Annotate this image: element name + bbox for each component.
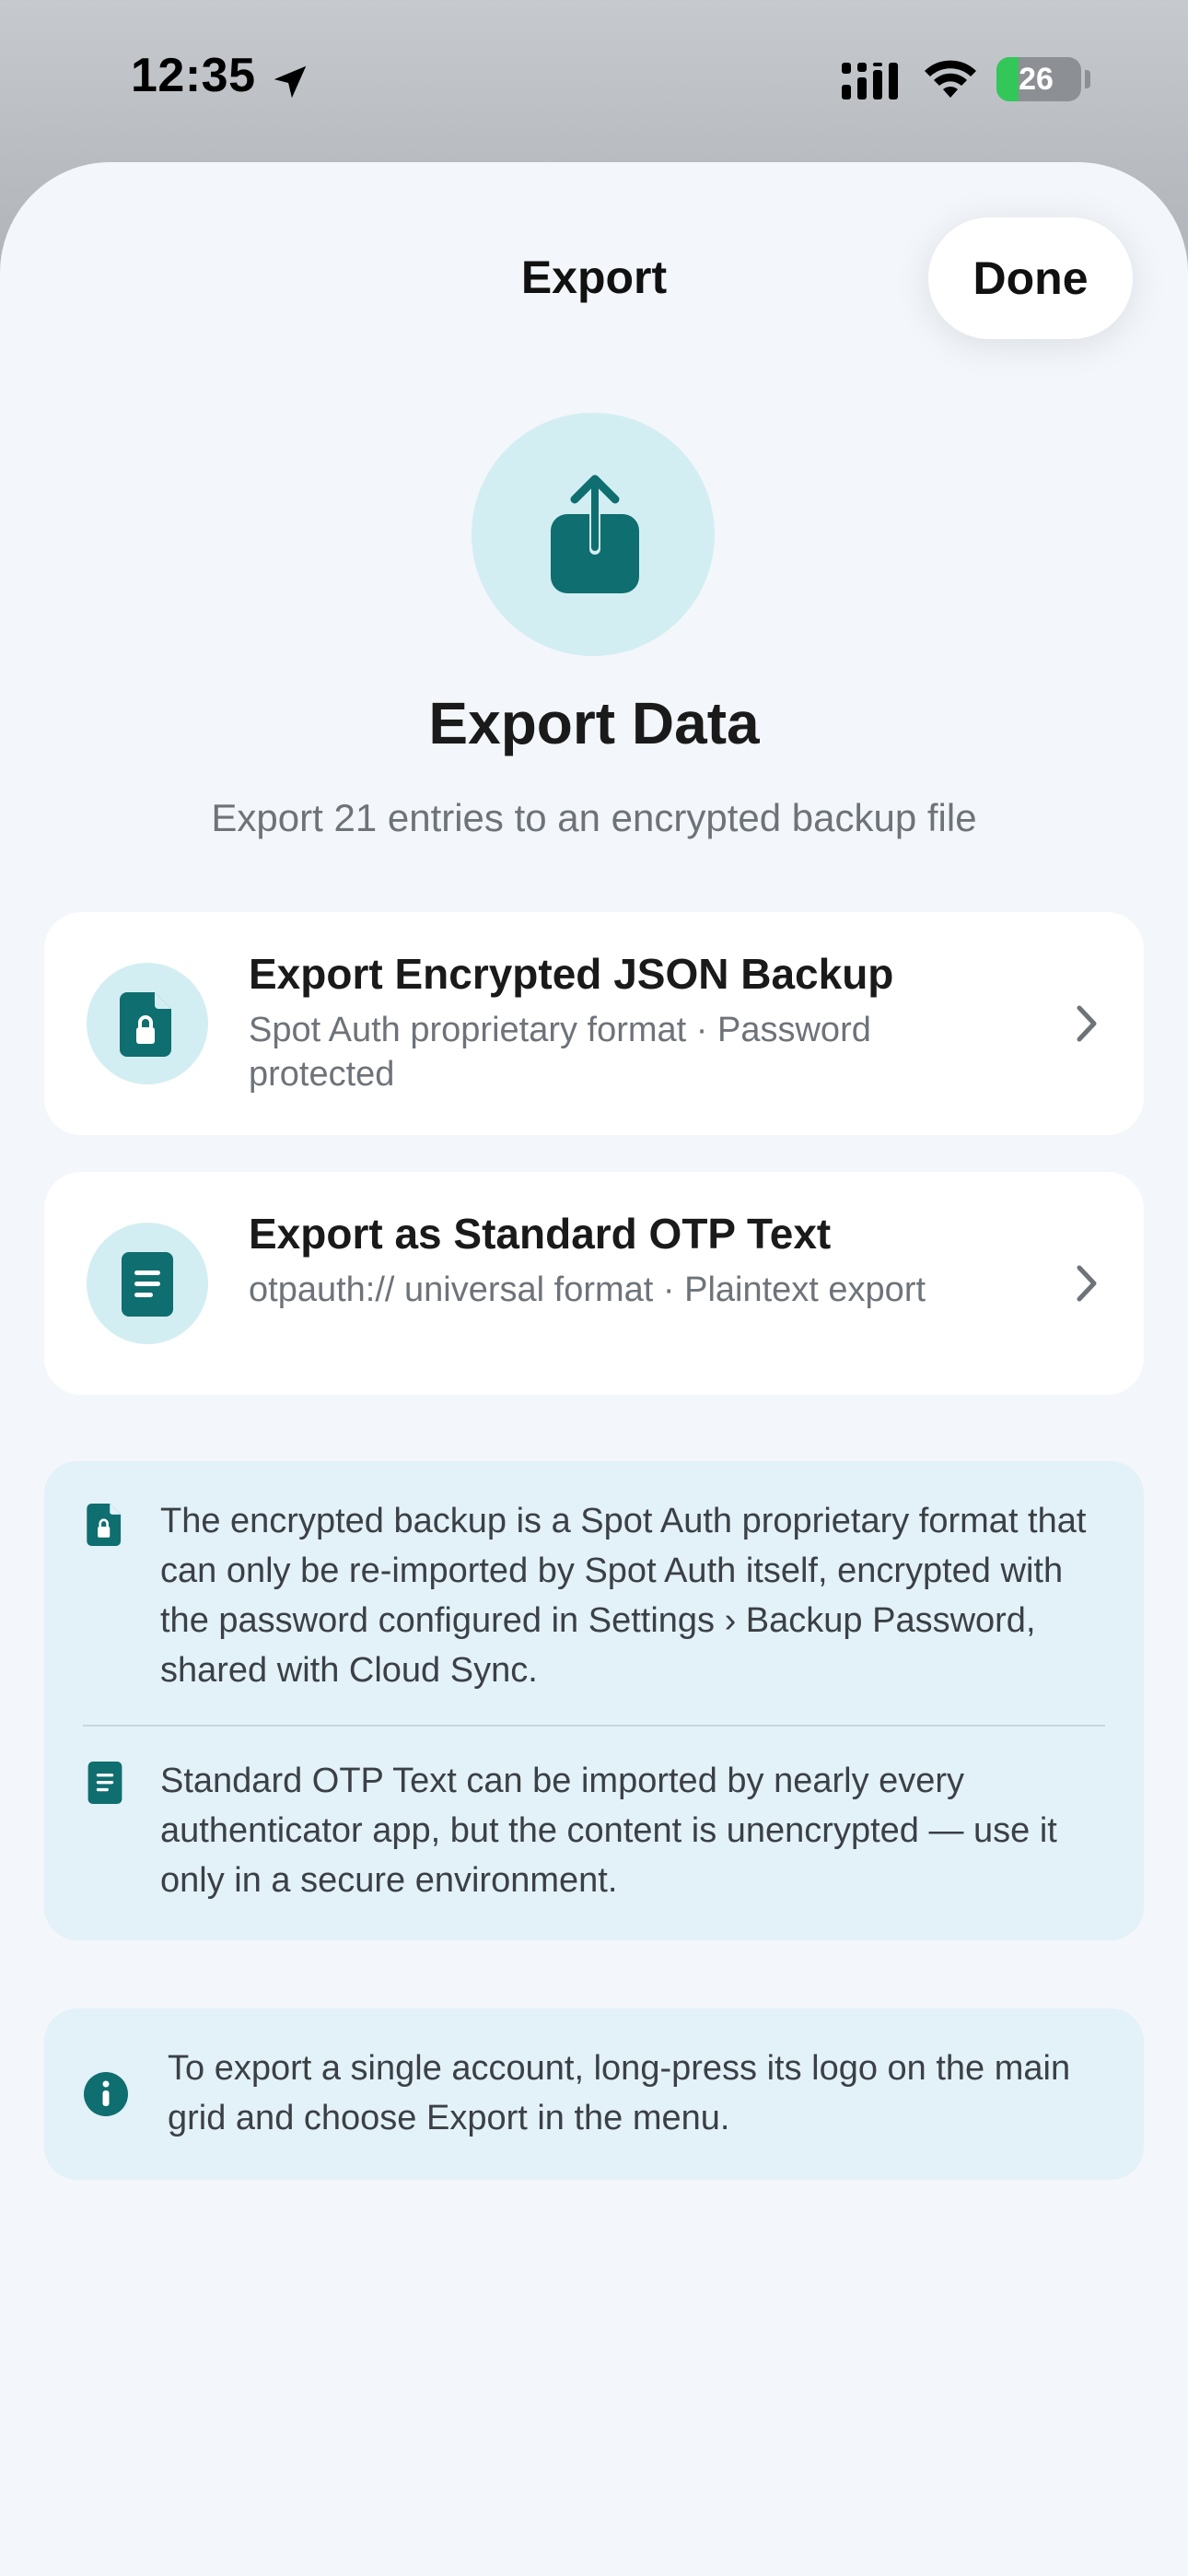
info-icon	[84, 2072, 128, 2116]
option-description: Spot Auth proprietary format · Password …	[249, 1011, 871, 1094]
option-icon-circle	[87, 963, 208, 1084]
status-bar: 12:35 26	[0, 0, 1188, 157]
done-button[interactable]: Done	[928, 217, 1133, 339]
tip-text: To export a single account, long-press i…	[168, 2049, 1071, 2137]
wifi-icon	[925, 60, 976, 98]
page-subtitle: Export 21 entries to an encrypted backup…	[211, 796, 977, 839]
note-otp-text: Standard OTP Text can be imported by nea…	[160, 1762, 1057, 1900]
option-title: Export Encrypted JSON Backup	[249, 950, 894, 998]
battery-nub	[1085, 70, 1090, 88]
status-time: 12:35	[131, 49, 256, 102]
hero-icon-circle	[472, 413, 715, 656]
chevron-right-icon	[1077, 1265, 1097, 1302]
battery-percentage: 26	[1019, 62, 1054, 97]
locked-document-icon	[120, 992, 171, 1057]
page-title: Export Data	[428, 690, 760, 756]
text-document-icon	[87, 1762, 122, 1804]
text-document-icon	[122, 1252, 173, 1317]
battery-charging-icon: 26	[996, 57, 1081, 101]
export-encrypted-json-option[interactable]: Export Encrypted JSON Backup Spot Auth p…	[44, 912, 1144, 1135]
option-description: otpauth:// universal format · Plaintext …	[249, 1270, 926, 1309]
note-divider	[83, 1725, 1105, 1727]
export-sheet: Export Done Export Data Export 21 entrie…	[0, 162, 1188, 2576]
note-encrypted-backup: The encrypted backup is a Spot Auth prop…	[160, 1502, 1087, 1690]
option-title: Export as Standard OTP Text	[249, 1210, 832, 1258]
location-arrow-icon	[274, 65, 307, 99]
locked-document-icon	[87, 1504, 122, 1546]
export-otp-text-option[interactable]: Export as Standard OTP Text otpauth:// u…	[44, 1172, 1144, 1395]
share-export-icon	[551, 474, 639, 593]
signal-icon	[842, 63, 898, 100]
export-notes-box: The encrypted backup is a Spot Auth prop…	[44, 1461, 1144, 1940]
option-icon-circle	[87, 1223, 208, 1344]
chevron-right-icon	[1077, 1005, 1097, 1042]
export-tip-box: To export a single account, long-press i…	[44, 2008, 1144, 2180]
